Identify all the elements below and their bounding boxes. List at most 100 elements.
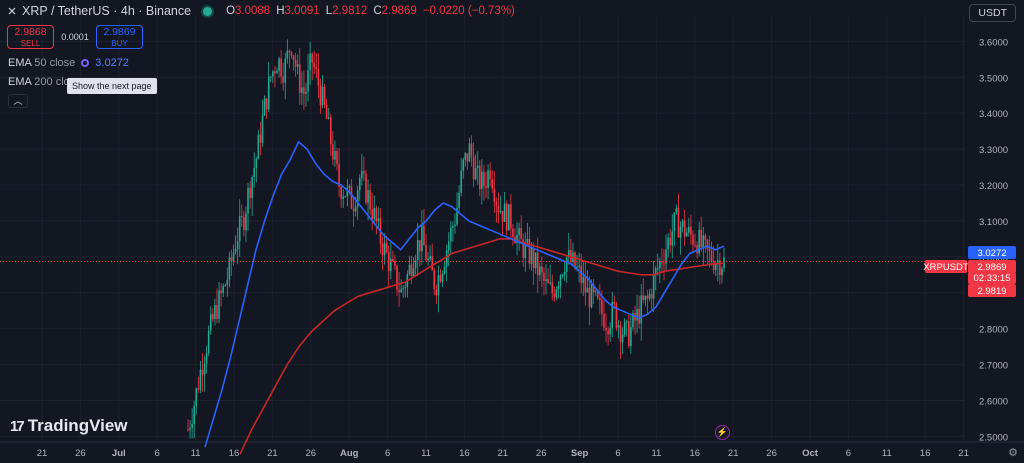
candle-body bbox=[311, 53, 313, 63]
candle-body bbox=[481, 171, 483, 189]
candle-body bbox=[195, 388, 198, 406]
candle-body bbox=[708, 248, 711, 251]
candle-body bbox=[520, 227, 522, 240]
candle-body bbox=[555, 289, 558, 298]
candle-body bbox=[193, 405, 196, 425]
candle-body bbox=[209, 314, 212, 331]
symbol-price-label: XRPUSDT bbox=[923, 262, 969, 273]
candle-body bbox=[412, 268, 415, 276]
candle-body bbox=[261, 115, 264, 143]
candle-body bbox=[400, 289, 402, 293]
candle-body bbox=[543, 272, 545, 281]
candle-body bbox=[361, 170, 363, 179]
candle-body bbox=[549, 282, 551, 284]
candle-body bbox=[309, 53, 311, 71]
candle-body bbox=[472, 156, 475, 180]
candle-body bbox=[458, 192, 460, 208]
candle-body bbox=[296, 64, 299, 67]
candle-body bbox=[528, 239, 531, 264]
buy-button[interactable]: 2.9869 BUY bbox=[96, 25, 143, 49]
candle-body bbox=[189, 427, 191, 430]
candle-body bbox=[214, 305, 216, 320]
candle-body bbox=[663, 263, 665, 265]
candle-body bbox=[278, 58, 280, 71]
candle-body bbox=[586, 287, 589, 293]
candle-body bbox=[619, 325, 622, 342]
candle-body bbox=[673, 212, 676, 232]
candle-body bbox=[354, 206, 357, 212]
gear-icon[interactable]: ⚙ bbox=[1008, 446, 1018, 459]
price-chart[interactable]: 3.60003.50003.40003.30003.20003.10003.00… bbox=[0, 0, 1024, 463]
candle-body bbox=[518, 227, 520, 235]
x-tick-label: 21 bbox=[267, 448, 278, 459]
ema50-legend[interactable]: EMA 50 close 3.0272 bbox=[8, 57, 129, 69]
candle-body bbox=[721, 268, 723, 275]
candle-body bbox=[216, 305, 218, 319]
candle-body bbox=[230, 257, 233, 261]
candle-body bbox=[284, 58, 287, 83]
candle-body bbox=[218, 290, 220, 319]
sell-button[interactable]: 2.9868 SELL bbox=[7, 25, 54, 49]
candle-body bbox=[679, 226, 682, 238]
x-tick-label: 26 bbox=[75, 448, 86, 459]
candle-body bbox=[416, 240, 419, 261]
candle-body bbox=[541, 266, 543, 273]
collapse-legend-button[interactable]: ︿ bbox=[8, 94, 28, 108]
candle-body bbox=[466, 153, 469, 162]
candle-body bbox=[671, 231, 674, 246]
candle-body bbox=[315, 67, 318, 69]
candle-body bbox=[553, 293, 556, 298]
candle-body bbox=[580, 265, 583, 283]
ema50-name: EMA 50 close bbox=[8, 57, 76, 69]
candle-body bbox=[669, 237, 671, 246]
candle-body bbox=[429, 256, 431, 259]
candle-body bbox=[561, 274, 564, 276]
y-tick-label: 2.6000 bbox=[979, 396, 1008, 407]
candle-body bbox=[447, 241, 450, 251]
currency-button[interactable]: USDT bbox=[969, 4, 1016, 22]
candle-body bbox=[470, 143, 473, 157]
candle-body bbox=[348, 185, 351, 188]
x-tick-label: 6 bbox=[155, 448, 160, 459]
candle-body bbox=[363, 170, 365, 174]
candle-body bbox=[249, 187, 251, 199]
last-price-label: 2.9869 bbox=[977, 262, 1006, 273]
candle-body bbox=[609, 327, 611, 335]
candle-body bbox=[224, 285, 227, 287]
candle-body bbox=[435, 289, 438, 296]
ohlc-item: H3.0091 bbox=[276, 5, 320, 17]
x-tick-label: 6 bbox=[846, 448, 851, 459]
candle-body bbox=[630, 327, 632, 347]
candle-body bbox=[688, 226, 690, 233]
candle-body bbox=[582, 276, 585, 283]
y-tick-label: 3.4000 bbox=[979, 109, 1008, 120]
x-tick-label: 16 bbox=[459, 448, 470, 459]
candle-body bbox=[483, 171, 485, 187]
candle-body bbox=[390, 258, 392, 271]
x-tick-label: 26 bbox=[306, 448, 317, 459]
symbol-title[interactable]: XRP / TetherUS · 4h · Binance bbox=[22, 4, 191, 18]
x-tick-label: 21 bbox=[958, 448, 969, 459]
candle-body bbox=[325, 104, 328, 119]
candle-body bbox=[437, 275, 440, 296]
candle-body bbox=[493, 188, 496, 202]
candle-body bbox=[623, 321, 626, 335]
candle-body bbox=[565, 257, 568, 272]
candle-body bbox=[257, 134, 260, 159]
candle-body bbox=[323, 86, 326, 105]
y-tick-label: 3.5000 bbox=[979, 73, 1008, 84]
candle-body bbox=[462, 159, 465, 171]
candle-body bbox=[694, 244, 696, 246]
tradingview-logo[interactable]: 17 TradingView bbox=[10, 416, 128, 436]
ema50-value: 3.0272 bbox=[95, 57, 129, 69]
candle-body bbox=[505, 203, 508, 231]
x-tick-label: 21 bbox=[37, 448, 48, 459]
candle-body bbox=[222, 285, 224, 294]
x-tick-label: 16 bbox=[920, 448, 931, 459]
candle-body bbox=[563, 271, 566, 275]
lightning-icon[interactable]: ⚡ bbox=[715, 425, 730, 440]
candle-body bbox=[199, 369, 202, 390]
candle-body bbox=[367, 190, 369, 203]
x-tick-label: 21 bbox=[728, 448, 739, 459]
y-tick-label: 2.7000 bbox=[979, 361, 1008, 372]
